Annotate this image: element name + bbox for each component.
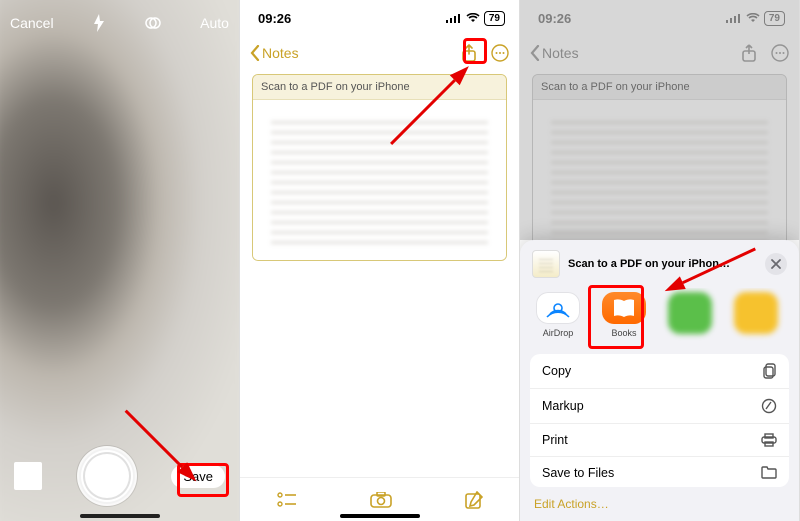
share-actions-list: Copy Markup Print Save to Files [530, 354, 789, 487]
action-print[interactable]: Print [530, 424, 789, 457]
wifi-icon [466, 13, 480, 23]
scan-top-toolbar: Cancel Auto [0, 0, 239, 46]
action-label: Save to Files [542, 466, 614, 480]
modal-overlay[interactable] [520, 0, 799, 240]
scanned-document-card[interactable]: Scan to a PDF on your iPhone [252, 74, 507, 261]
action-copy[interactable]: Copy [530, 354, 789, 389]
more-icon[interactable] [491, 44, 509, 62]
action-label: Print [542, 433, 568, 447]
compose-icon[interactable] [465, 491, 483, 509]
edit-actions-button[interactable]: Edit Actions… [520, 487, 799, 521]
share-app-blurred[interactable] [728, 292, 784, 338]
highlight-share [463, 38, 487, 64]
action-save-to-files[interactable]: Save to Files [530, 457, 789, 487]
chevron-left-icon [250, 45, 260, 61]
action-markup[interactable]: Markup [530, 389, 789, 424]
action-label: Copy [542, 364, 571, 378]
share-app-airdrop[interactable]: AirDrop [530, 292, 586, 338]
print-icon [761, 433, 777, 447]
app-label: AirDrop [543, 328, 574, 338]
back-label: Notes [262, 45, 299, 61]
airdrop-icon [536, 292, 580, 324]
scan-preview [253, 100, 506, 260]
close-share-button[interactable] [765, 253, 787, 275]
app-icon [734, 292, 778, 334]
share-preview-thumb [532, 250, 560, 278]
cancel-button[interactable]: Cancel [10, 15, 54, 31]
signal-icon [446, 13, 462, 23]
action-label: Markup [542, 399, 584, 413]
auto-mode-button[interactable]: Auto [200, 15, 229, 31]
battery-indicator: 79 [484, 11, 505, 26]
share-sheet-screen: 09:26 79 Notes [520, 0, 800, 521]
home-indicator [80, 514, 160, 518]
markup-icon [761, 398, 777, 414]
flash-icon[interactable] [92, 14, 106, 32]
camera-icon[interactable] [370, 492, 392, 508]
close-icon [771, 259, 781, 269]
status-time: 09:26 [258, 11, 291, 26]
filter-icon[interactable] [144, 14, 162, 32]
checklist-icon[interactable] [277, 492, 297, 508]
folder-icon [761, 466, 777, 479]
status-bar: 09:26 79 [240, 0, 519, 36]
copy-icon [763, 363, 777, 379]
notes-detail-screen: 09:26 79 Notes Sca [240, 0, 520, 521]
back-to-notes[interactable]: Notes [250, 45, 299, 61]
shutter-button[interactable] [79, 448, 135, 504]
home-indicator [340, 514, 420, 518]
highlight-books [588, 285, 644, 349]
camera-scan-screen: Cancel Auto Save [0, 0, 240, 521]
share-apps-row: AirDrop Books [520, 288, 799, 348]
last-scan-thumbnail[interactable] [14, 462, 42, 490]
